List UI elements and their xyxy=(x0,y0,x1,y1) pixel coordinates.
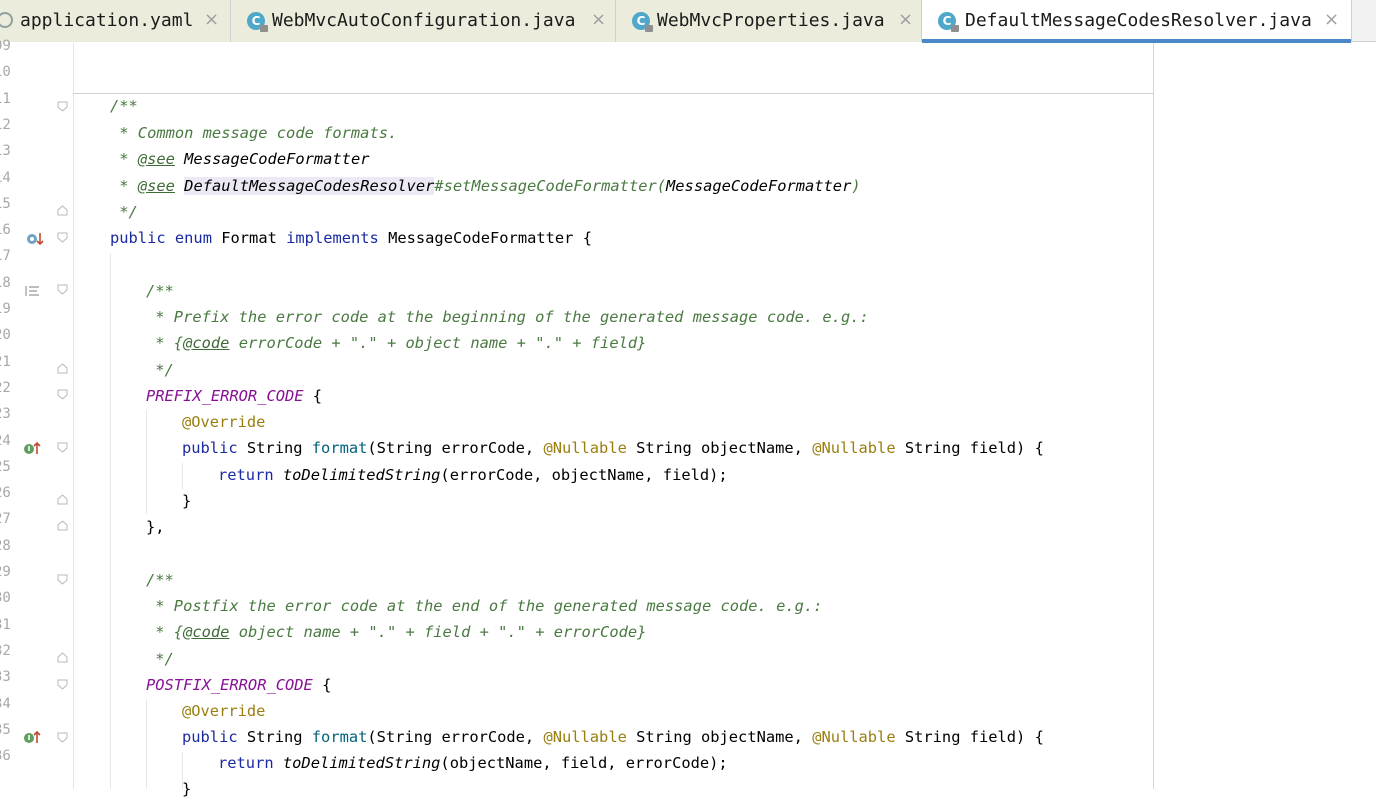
line-number: 15 xyxy=(0,195,11,212)
code-line: return toDelimitedString(errorCode, obje… xyxy=(218,466,728,484)
line-number: 21 xyxy=(0,353,11,370)
indent-guide xyxy=(146,699,147,789)
line-number: 10 xyxy=(0,64,11,81)
line-number: 26 xyxy=(0,485,11,502)
line-number: 24 xyxy=(0,432,11,449)
line-number: 20 xyxy=(0,327,11,344)
fold-collapse-icon[interactable] xyxy=(57,679,68,690)
line-number: 28 xyxy=(0,537,11,554)
yaml-file-icon xyxy=(0,12,13,28)
line-number: 16 xyxy=(0,222,11,239)
line-number: 36 xyxy=(0,748,11,765)
tab-label: application.yaml xyxy=(20,10,194,31)
line-number: 23 xyxy=(0,406,11,423)
line-number: 14 xyxy=(0,169,11,186)
fold-collapse-icon[interactable] xyxy=(57,574,68,585)
indent-guide xyxy=(182,463,183,489)
indent-guide xyxy=(110,253,111,789)
rendered-doc-toggle-icon[interactable] xyxy=(24,283,42,302)
code-line: }, xyxy=(146,518,165,536)
fold-collapse-icon[interactable] xyxy=(57,232,68,243)
code-line: * @see DefaultMessageCodesResolver#setMe… xyxy=(110,177,861,195)
java-class-icon: C xyxy=(632,12,653,32)
fold-collapse-icon[interactable] xyxy=(57,732,68,743)
line-number: 27 xyxy=(0,511,11,528)
line-number: 13 xyxy=(0,143,11,160)
line-number: 30 xyxy=(0,590,11,607)
tab-label: WebMvcAutoConfiguration.java xyxy=(272,10,576,31)
line-number: 09 xyxy=(0,38,11,54)
editor-tab-bar: application.yaml × C WebMvcAutoConfigura… xyxy=(0,0,1376,43)
code-line: */ xyxy=(110,203,138,221)
close-icon[interactable]: × xyxy=(1324,9,1339,30)
line-number: 31 xyxy=(0,616,11,633)
line-number: 32 xyxy=(0,642,11,659)
line-number: 29 xyxy=(0,564,11,580)
overrides-method-icon[interactable] xyxy=(22,729,42,749)
code-line: @Override xyxy=(182,413,266,431)
code-line: */ xyxy=(146,361,174,379)
code-line: * Prefix the error code at the beginning… xyxy=(146,308,869,326)
tab-label: DefaultMessageCodesResolver.java xyxy=(965,10,1312,31)
code-line: /** xyxy=(146,282,174,300)
fold-end-icon[interactable] xyxy=(57,363,68,374)
indent-guide xyxy=(146,410,147,514)
fold-end-icon[interactable] xyxy=(57,652,68,663)
close-icon[interactable]: × xyxy=(898,9,913,30)
code-line: * @see MessageCodeFormatter xyxy=(110,150,370,168)
line-number: 12 xyxy=(0,116,11,133)
code-line: } xyxy=(182,492,192,510)
tab-webmvcautoconfiguration[interactable]: C WebMvcAutoConfiguration.java × xyxy=(231,0,616,42)
tab-webmvcproperties[interactable]: C WebMvcProperties.java × xyxy=(616,0,922,42)
highlighted-reference: DefaultMessageCodesResolver xyxy=(184,177,435,195)
fold-end-icon[interactable] xyxy=(57,520,68,531)
fold-end-icon[interactable] xyxy=(57,205,68,216)
code-line: @Override xyxy=(182,702,266,720)
code-line: */ xyxy=(146,650,174,668)
tab-label: WebMvcProperties.java xyxy=(657,10,885,31)
line-number: 34 xyxy=(0,695,11,712)
fold-collapse-icon[interactable] xyxy=(57,101,68,112)
code-line: * Postfix the error code at the end of t… xyxy=(146,597,823,615)
line-number: 25 xyxy=(0,458,11,475)
line-number: 18 xyxy=(0,274,11,291)
code-line: public String format(String errorCode, @… xyxy=(182,439,1044,457)
fold-end-icon[interactable] xyxy=(57,494,68,505)
tab-application-yaml[interactable]: application.yaml × xyxy=(0,0,231,42)
fold-collapse-icon[interactable] xyxy=(57,284,68,295)
code-line: /** xyxy=(110,97,138,115)
line-number: 22 xyxy=(0,379,11,396)
code-line: } xyxy=(182,780,192,798)
code-line: * {@code errorCode + "." + object name +… xyxy=(146,334,647,352)
overrides-method-icon[interactable] xyxy=(22,440,42,460)
code-editor[interactable]: /** * Common message code formats. * @se… xyxy=(73,43,1154,798)
line-number: 11 xyxy=(0,90,11,107)
line-number: 17 xyxy=(0,248,11,265)
implemented-by-icon[interactable] xyxy=(25,231,45,251)
line-number-gutter[interactable]: 09 10 11 12 13 14 15 16 17 18 19 20 21 22 23 24 25 26 27 28… xyxy=(0,38,68,789)
line-number: 33 xyxy=(0,669,11,686)
java-class-icon: C xyxy=(247,12,268,32)
line-number: 35 xyxy=(0,721,11,738)
java-class-icon: C xyxy=(938,12,959,32)
code-line: * Common message code formats. xyxy=(110,124,398,142)
close-icon[interactable]: × xyxy=(591,9,606,30)
code-line: /** xyxy=(146,571,174,589)
line-number: 19 xyxy=(0,301,11,317)
code-line: public enum Format implements MessageCod… xyxy=(110,229,592,247)
tab-defaultmessagecodesresolver[interactable]: C DefaultMessageCodesResolver.java × xyxy=(922,0,1352,43)
rendered-doc-separator xyxy=(73,93,1154,94)
code-line: POSTFIX_ERROR_CODE { xyxy=(146,676,332,694)
code-line: PREFIX_ERROR_CODE { xyxy=(146,387,323,405)
code-line: public String format(String errorCode, @… xyxy=(182,728,1044,746)
fold-collapse-icon[interactable] xyxy=(57,442,68,453)
code-line: * {@code object name + "." + field + "."… xyxy=(146,623,647,641)
fold-collapse-icon[interactable] xyxy=(57,389,68,400)
code-line: return toDelimitedString(objectName, fie… xyxy=(218,754,728,772)
close-icon[interactable]: × xyxy=(204,9,219,30)
